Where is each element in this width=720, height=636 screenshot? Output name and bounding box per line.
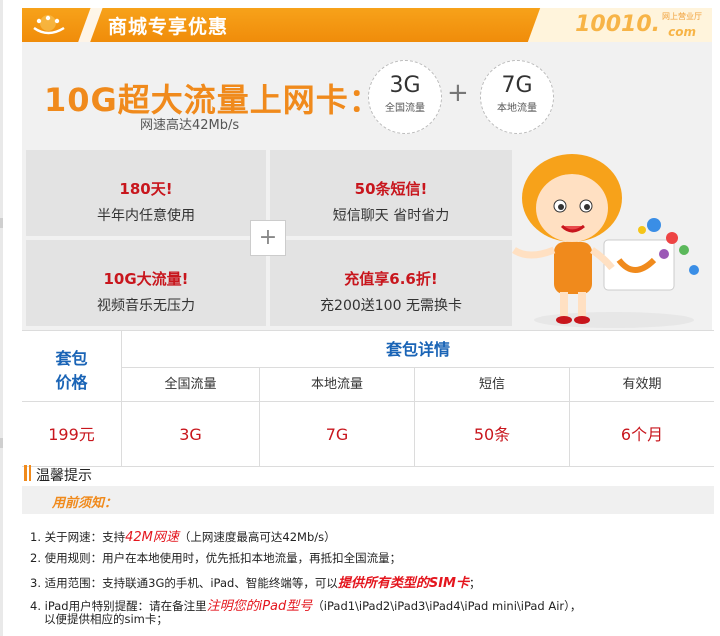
rule-highlight: 42M网速 xyxy=(125,530,179,545)
column-header: 全国流量 xyxy=(122,368,260,401)
feature-desc: 视频音乐无压力 xyxy=(97,298,195,314)
notice-bar: 用前须知： xyxy=(22,486,714,514)
price-cell: 199元 xyxy=(22,401,122,466)
banner-title: 商城专享优惠 xyxy=(108,16,229,38)
table-cell: 7G xyxy=(260,401,415,466)
tip-marker xyxy=(29,465,31,481)
brand-number[interactable]: 10010. xyxy=(575,12,660,37)
edge-marker xyxy=(0,218,3,228)
rule-text: 适用范围：支持联通3G的手机、iPad、智能终端等，可以 xyxy=(44,576,338,590)
bundle-local-circle: 7G 本地流量 xyxy=(480,60,554,134)
bundle-national-circle: 3G 全国流量 xyxy=(368,60,442,134)
column-header: 短信 xyxy=(415,368,570,401)
edge-marker xyxy=(0,438,3,448)
rule-number: 1. xyxy=(30,530,41,544)
rule-number: 2. xyxy=(30,551,41,565)
rule-highlight: 提供所有类型的SIM卡 xyxy=(337,576,469,591)
feature-card-data: 10G大流量! 视频音乐无压力 xyxy=(26,240,266,326)
details-header: 套包详情 xyxy=(122,331,714,368)
feature-title: 充值享6.6折! xyxy=(344,270,438,288)
header-banner: 商城专享优惠 10010. 网上营业厅 com xyxy=(22,8,712,42)
brand-area: 10010. 网上营业厅 com xyxy=(552,8,712,42)
feature-desc: 半年内任意使用 xyxy=(97,208,195,224)
price-header-line2: 价格 xyxy=(55,373,88,392)
feature-title: 180天! xyxy=(119,180,173,198)
brand-subtitle: 网上营业厅 xyxy=(662,12,702,21)
bundle-amount: 7G xyxy=(501,73,533,98)
rule-text: （上网速度最高可达42Mb/s） xyxy=(178,530,336,544)
page-edge xyxy=(0,0,3,636)
details-header-label: 套包详情 xyxy=(385,340,450,359)
bundle-label: 全国流量 xyxy=(385,103,425,114)
brand-domain: com xyxy=(668,25,696,39)
feature-desc: 充200送100 无需换卡 xyxy=(320,298,462,314)
price-header: 套包 价格 xyxy=(22,331,122,401)
table-cell: 50条 xyxy=(415,401,570,466)
rule-continuation: 以便提供相应的sim卡； xyxy=(44,612,168,626)
rule-item: 3. 适用范围：支持联通3G的手机、iPad、智能终端等，可以提供所有类型的SI… xyxy=(30,572,480,591)
feature-card-duration: 180天! 半年内任意使用 xyxy=(26,150,266,236)
feature-card-recharge: 充值享6.6折! 充200送100 无需换卡 xyxy=(270,240,512,326)
unicom-logo-icon xyxy=(33,15,65,35)
feature-title: 10G大流量! xyxy=(103,270,189,288)
package-table: 套包 价格 套包详情 全国流量 本地流量 短信 有效期 199元 3G 7G 5… xyxy=(22,330,714,467)
feature-title: 50条短信! xyxy=(354,180,428,198)
notice-label: 用前须知： xyxy=(52,496,118,511)
tips-title: 温馨提示 xyxy=(36,468,92,484)
rule-item: 2. 使用规则：用户在本地使用时，优先抵扣本地流量，再抵扣全国流量； xyxy=(30,550,401,566)
table-cell: 6个月 xyxy=(570,401,714,466)
tip-marker xyxy=(24,465,27,481)
feature-card-sms: 50条短信! 短信聊天 省时省力 xyxy=(270,150,512,236)
feature-desc: 短信聊天 省时省力 xyxy=(332,208,450,224)
promo-subline: 网速高达42Mb/s xyxy=(140,118,240,133)
rule-text: ； xyxy=(468,576,481,590)
column-header: 本地流量 xyxy=(260,368,415,401)
rule-text: 关于网速：支持 xyxy=(44,530,126,544)
rule-number: 4. xyxy=(30,599,41,613)
rule-highlight: 注明您的iPad型号 xyxy=(206,599,313,614)
mascot-illustration xyxy=(512,154,699,328)
plus-icon: + xyxy=(250,220,286,256)
bundle-amount: 3G xyxy=(389,73,421,98)
plus-icon: + xyxy=(447,78,469,108)
bundle-label: 本地流量 xyxy=(497,103,537,114)
table-cell: 3G xyxy=(122,401,260,466)
rule-item: 1. 关于网速：支持42M网速（上网速度最高可达42Mb/s） xyxy=(30,526,336,545)
price-header-line1: 套包 xyxy=(55,349,88,368)
rule-number: 3. xyxy=(30,576,41,590)
promo-panel: 10G超大流量上网卡： 网速高达42Mb/s 3G 全国流量 + 7G 本地流量… xyxy=(22,42,712,330)
column-header: 有效期 xyxy=(622,377,662,392)
rule-text: （iPad1\iPad2\iPad3\iPad4\iPad mini\iPad … xyxy=(312,599,582,613)
rule-text: 使用规则：用户在本地使用时，优先抵扣本地流量，再抵扣全国流量； xyxy=(44,551,402,565)
